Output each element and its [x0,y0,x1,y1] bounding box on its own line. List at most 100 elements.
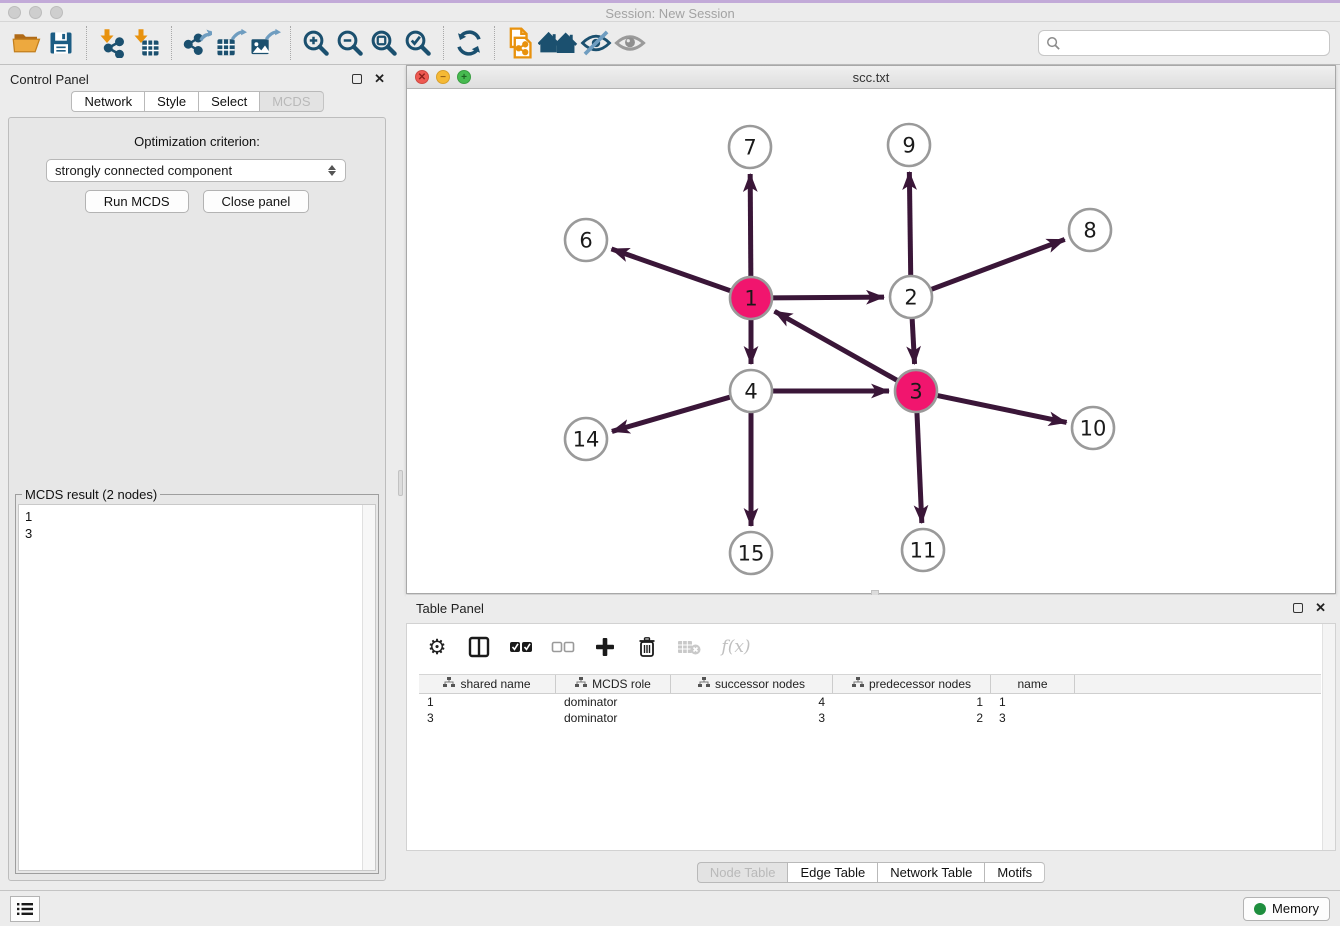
table-cell[interactable]: 1 [419,694,556,710]
table-row[interactable]: 1dominator411 [419,694,1321,710]
window-titlebar: Session: New Session [0,0,1340,22]
column-header-name[interactable]: name [991,675,1075,693]
zoom-in-button[interactable] [299,26,333,60]
graph-edge-1-7[interactable] [750,174,751,279]
toolbar-separator [290,26,291,60]
deselect-all-columns-button[interactable] [551,635,575,659]
close-table-panel-icon[interactable]: ✕ [1315,603,1326,613]
table-cell[interactable]: dominator [556,710,671,726]
stepper-icon [326,165,337,176]
export-table-button[interactable] [214,26,248,60]
network-canvas[interactable]: 1234678910111415 [407,89,1335,593]
table-row[interactable]: 3dominator323 [419,710,1321,726]
tab-style[interactable]: Style [144,91,198,112]
network-window-titlebar[interactable]: ✕ − + scc.txt [407,66,1335,89]
export-network-button[interactable] [180,26,214,60]
function-builder-button[interactable]: f(x) [719,635,753,659]
graph-edge-3-10[interactable] [935,395,1067,423]
copy-network-button[interactable] [503,26,537,60]
table-cell[interactable]: 3 [991,710,1075,726]
table-area: ⚙ f(x) shared nameMCDS rolesuccessor nod… [406,623,1336,851]
tab-motifs[interactable]: Motifs [984,862,1045,883]
table-cell[interactable]: 3 [671,710,833,726]
save-session-button[interactable] [44,26,78,60]
tab-network[interactable]: Network [71,91,144,112]
graph-edge-1-6[interactable] [611,249,733,292]
selected-option: strongly connected component [55,163,326,178]
delete-table-button[interactable] [677,635,701,659]
import-network-button[interactable] [95,26,129,60]
graph-edge-2-8[interactable] [929,239,1065,290]
float-panel-icon[interactable] [352,74,362,84]
refresh-view-button[interactable] [452,26,486,60]
close-panel-button[interactable]: Close panel [203,190,310,213]
control-panel: Control Panel ✕ Network Style Select MCD… [0,65,395,890]
column-header-successor-nodes[interactable]: successor nodes [671,675,833,693]
tab-edge-table[interactable]: Edge Table [787,862,877,883]
zoom-out-button[interactable] [333,26,367,60]
export-image-icon [249,28,281,58]
graph-edge-2-9[interactable] [909,172,910,278]
node-table: shared nameMCDS rolesuccessor nodesprede… [419,674,1321,726]
graph-edge-3-11[interactable] [917,410,922,523]
table-cell[interactable]: 1 [833,694,991,710]
run-mcds-button[interactable]: Run MCDS [85,190,189,213]
delete-table-icon [677,638,701,656]
table-cell[interactable]: 2 [833,710,991,726]
optimization-criterion-select[interactable]: strongly connected component [46,159,346,182]
panel-splitter[interactable] [395,65,406,890]
search-input[interactable] [1066,36,1322,51]
graph-node-label: 15 [738,542,765,566]
import-table-button[interactable] [129,26,163,60]
close-panel-icon[interactable]: ✕ [374,74,385,84]
tab-select[interactable]: Select [198,91,259,112]
zoom-fit-button[interactable] [367,26,401,60]
home-view-button[interactable] [537,26,579,60]
search-field[interactable] [1038,30,1330,56]
application-window: Session: New Session Con [0,0,1340,926]
table-cell[interactable]: 1 [991,694,1075,710]
graph-edge-4-14[interactable] [612,396,733,431]
search-icon [1046,36,1061,51]
task-history-button[interactable] [10,896,40,922]
copy-network-icon [504,26,536,60]
toolbar-separator [86,26,87,60]
graph-edge-2-3[interactable] [912,316,915,364]
table-scrollbar[interactable] [1322,624,1335,850]
eye-icon [614,28,646,58]
save-icon [47,29,75,57]
splitter-grip-icon[interactable] [398,470,403,496]
table-settings-button[interactable]: ⚙ [425,635,449,659]
graph-node-label: 8 [1083,219,1096,243]
graph-edge-3-1[interactable] [775,311,900,381]
table-cell[interactable]: dominator [556,694,671,710]
hide-details-button[interactable] [579,26,613,60]
column-header-predecessor-nodes[interactable]: predecessor nodes [833,675,991,693]
table-cell[interactable]: 3 [419,710,556,726]
mcds-result-area[interactable]: 13 [18,504,376,871]
zoom-selected-button[interactable] [401,26,435,60]
show-details-button[interactable] [613,26,647,60]
tab-network-table[interactable]: Network Table [877,862,984,883]
network-graph[interactable]: 1234678910111415 [407,89,1335,593]
add-column-button[interactable] [593,635,617,659]
float-table-panel-icon[interactable] [1293,603,1303,613]
network-view-title: scc.txt [407,70,1335,85]
column-header-shared-name[interactable]: shared name [419,675,556,693]
split-columns-button[interactable] [467,635,491,659]
graph-node-label: 2 [904,286,917,310]
tab-mcds[interactable]: MCDS [259,91,323,112]
memory-button[interactable]: Memory [1243,897,1330,921]
column-header-MCDS-role[interactable]: MCDS role [556,675,671,693]
export-image-button[interactable] [248,26,282,60]
graph-node-label: 7 [743,136,756,160]
result-scrollbar[interactable] [362,505,375,870]
delete-column-button[interactable] [635,635,659,659]
tab-node-table[interactable]: Node Table [697,862,788,883]
graph-edge-1-2[interactable] [770,297,884,298]
open-file-button[interactable] [10,26,44,60]
table-cell[interactable]: 4 [671,694,833,710]
select-all-columns-button[interactable] [509,635,533,659]
table-header-row: shared nameMCDS rolesuccessor nodesprede… [419,674,1321,694]
checked-boxes-icon [509,639,533,655]
